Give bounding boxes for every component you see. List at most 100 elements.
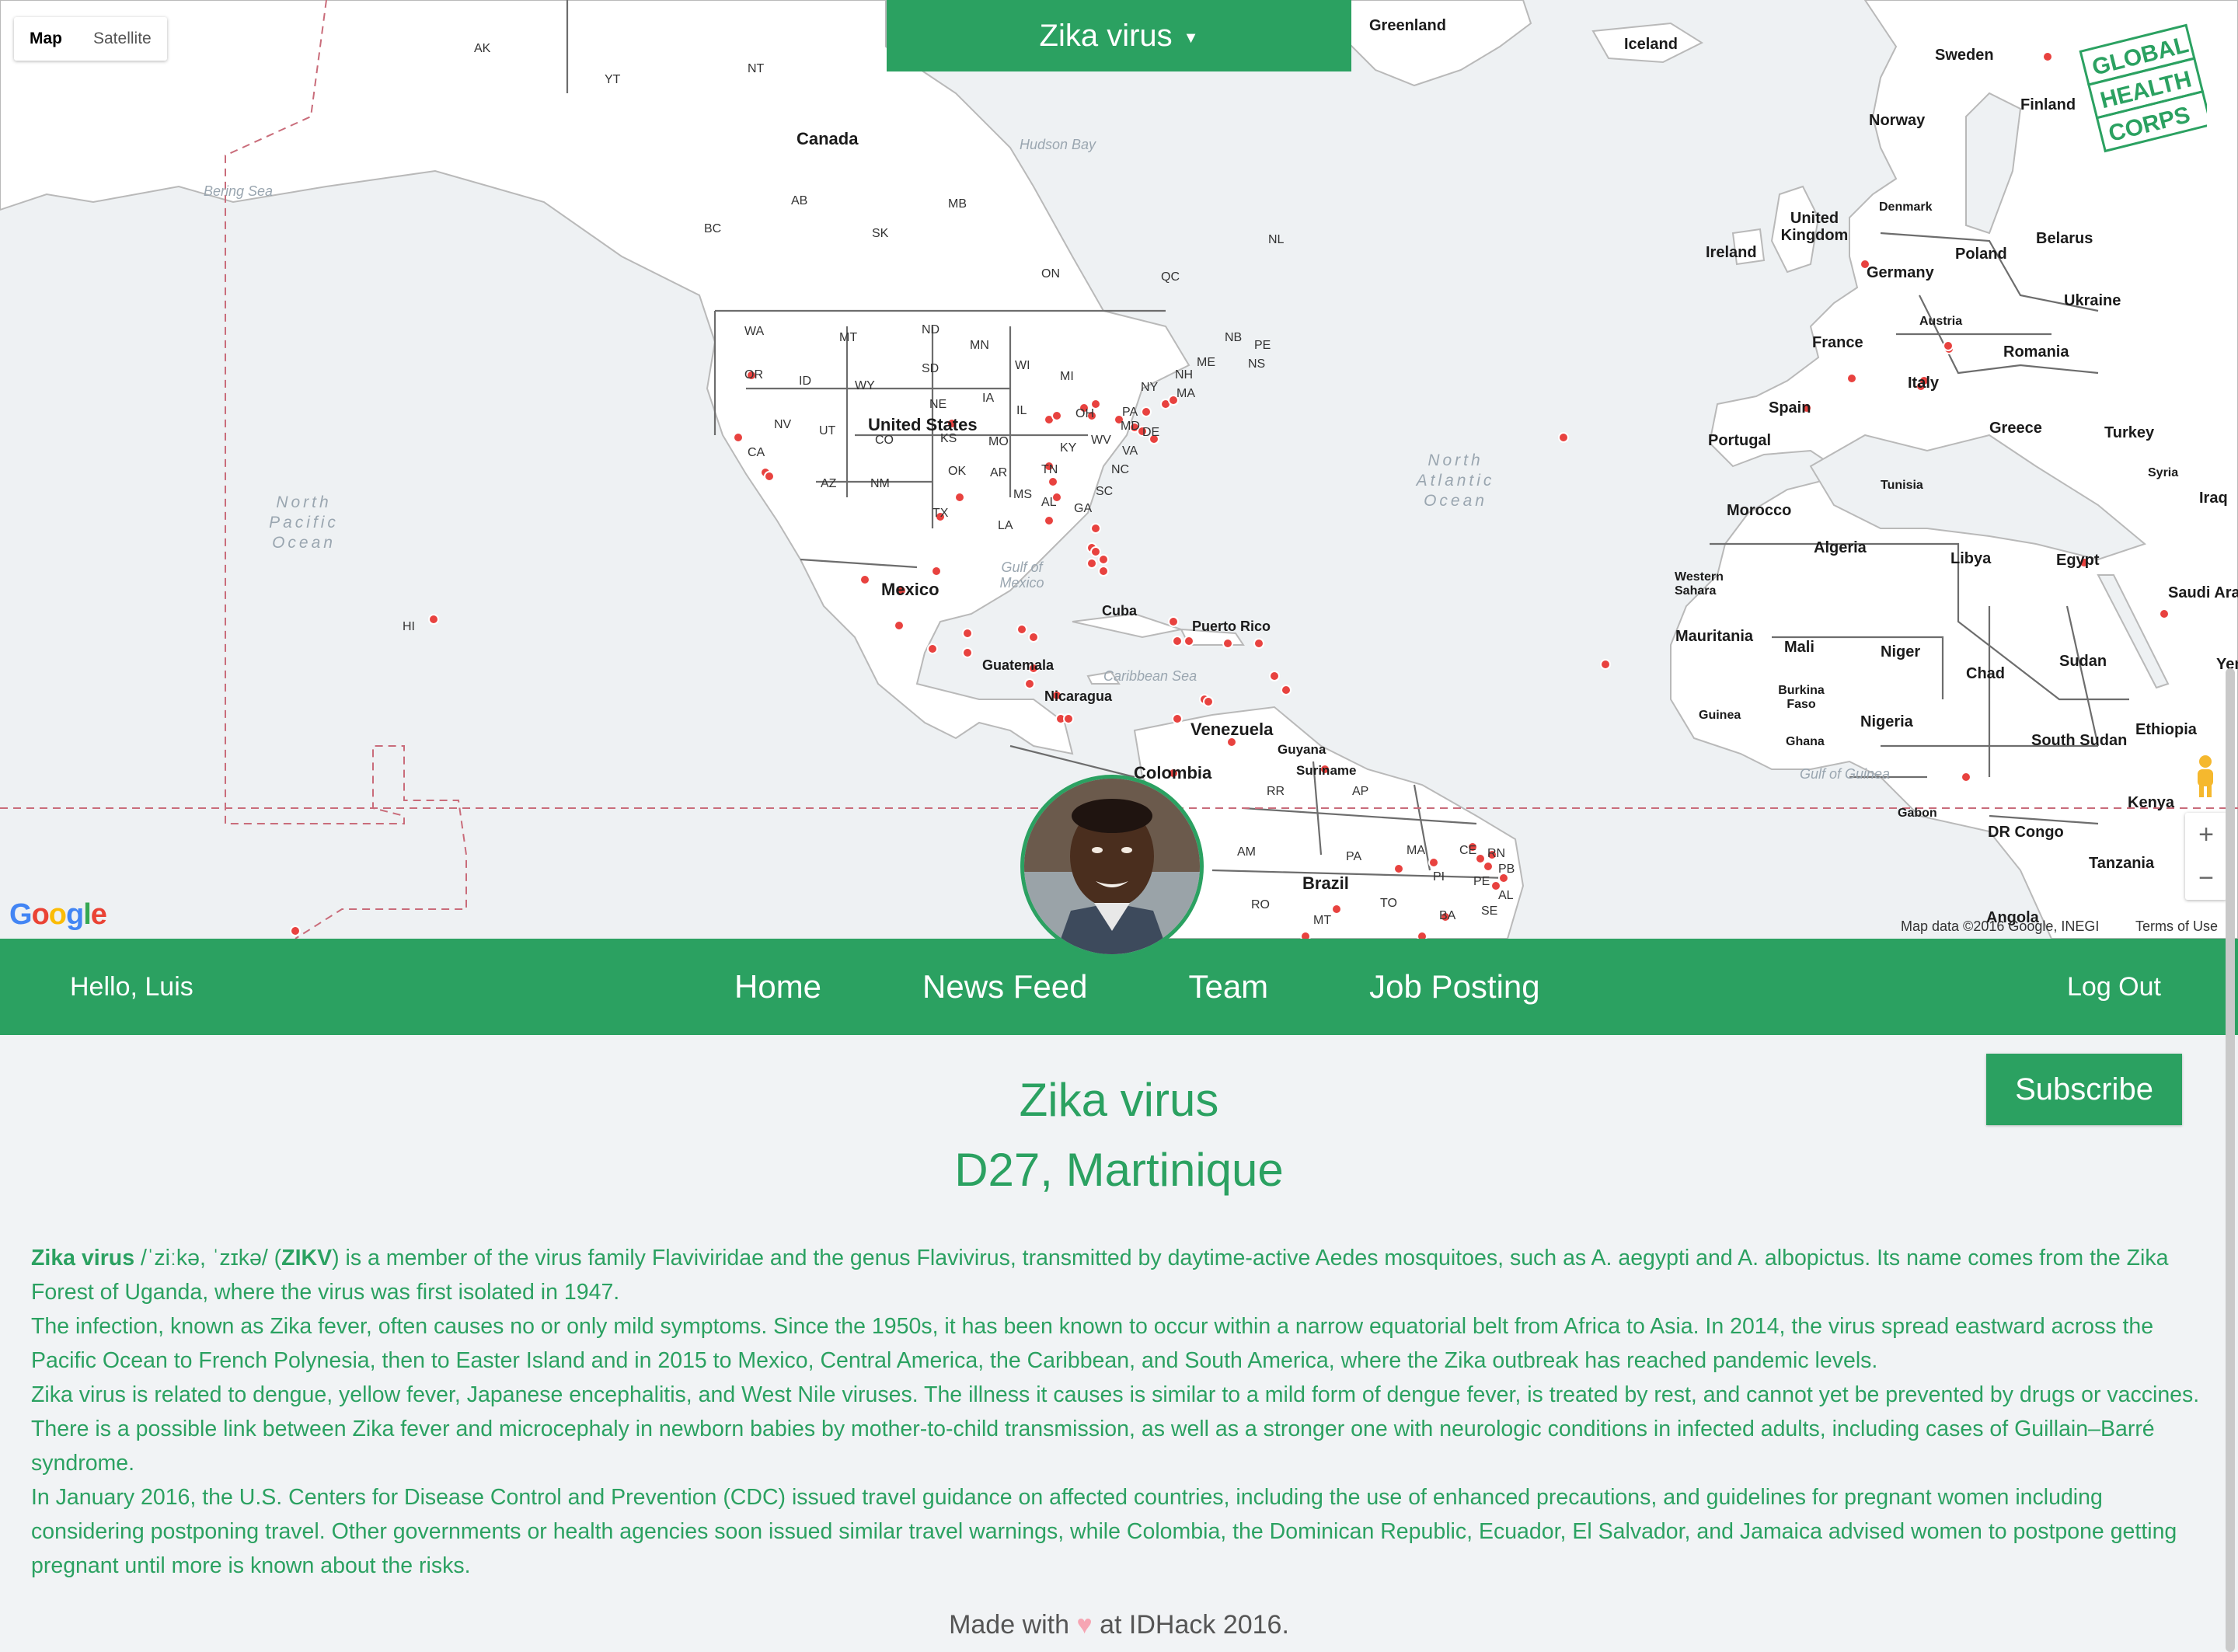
map-label-sea: Gulf of Guinea (1800, 766, 1891, 782)
map-label-region: NY (1141, 381, 1159, 394)
map-label-region: IL (1016, 404, 1027, 417)
map-label-country: Puerto Rico (1192, 619, 1271, 634)
map-label-region: NV (774, 418, 792, 431)
map-type-satellite-button[interactable]: Satellite (78, 17, 167, 61)
map-label-country: Greenland (1369, 17, 1446, 34)
page-title: Zika virus (1019, 1074, 1219, 1126)
map-label-country: United States (868, 415, 978, 434)
map-label-country: Nigeria (1860, 713, 1913, 730)
zoom-out-button[interactable]: − (2185, 856, 2227, 900)
map-label-region: MN (970, 339, 989, 352)
map-label-country: Austria (1919, 315, 1963, 328)
article-text: ) is a member of the virus family Flaviv… (31, 1246, 2169, 1305)
map-label-country: Guatemala (982, 657, 1055, 673)
map-label-country: Mauritania (1675, 628, 1754, 645)
article-bold-term: Zika virus (31, 1246, 135, 1270)
article-bold-term: ZIKV (281, 1246, 333, 1270)
heart-icon: ♥ (1076, 1610, 1093, 1640)
map-label-country: Ukraine (2064, 292, 2121, 309)
map-label-region: RR (1267, 785, 1285, 798)
footer-text-before: Made with (949, 1610, 1077, 1640)
terms-of-use-link[interactable]: Terms of Use (2135, 918, 2218, 935)
map-label-region: AB (791, 194, 808, 207)
map-label-sea: North Pacific Ocean (269, 493, 339, 552)
map-label-region: YT (605, 73, 621, 86)
map-label-country: Tanzania (2089, 855, 2155, 872)
map-label-country: Guyana (1278, 742, 1326, 757)
virus-selector-dropdown[interactable]: Zika virus ▼ (887, 0, 1351, 71)
map-label-country: Norway (1869, 112, 1926, 129)
nav-job-posting-link[interactable]: Job Posting (1369, 939, 1539, 1035)
map-label-country: Brazil (1302, 873, 1349, 893)
map-label-region: CA (748, 446, 765, 459)
map-label-region: MT (839, 331, 858, 344)
map-label-country: Nicaragua (1044, 688, 1113, 704)
article-paragraph: The infection, known as Zika fever, ofte… (31, 1314, 2154, 1373)
avatar-photo (1024, 779, 1200, 954)
map-label-region: SK (872, 227, 889, 240)
map-label-region: MT (1313, 914, 1332, 927)
map-label-country: Libya (1950, 550, 1992, 567)
logout-button[interactable]: Log Out (2067, 939, 2161, 1035)
map-label-region: CO (875, 434, 894, 447)
map-label-country: Sweden (1935, 47, 1994, 64)
map-label-country: Gabon (1898, 807, 1937, 820)
map-label-country: South Sudan (2031, 732, 2128, 749)
user-avatar[interactable] (1020, 775, 1204, 958)
map-label-region: MI (1060, 370, 1074, 383)
map-label-country: Saudi Ara (2168, 584, 2238, 601)
map-label-country: Guinea (1699, 709, 1741, 722)
map-label-country: Portugal (1708, 432, 1772, 449)
map-label-country: France (1812, 334, 1863, 351)
global-health-corps-logo[interactable]: GLOBAL HEALTH CORPS (2067, 8, 2212, 163)
map-label-region: SE (1481, 904, 1498, 918)
map-label-region: PB (1498, 863, 1515, 876)
map-type-map-button[interactable]: Map (14, 17, 78, 61)
map-label-region: PE (1473, 875, 1490, 888)
nav-home-link[interactable]: Home (734, 939, 821, 1035)
article-paragraph: Zika virus /ˈziːkə, ˈzɪkə/ (ZIKV) is a m… (31, 1241, 2207, 1309)
map-label-region: DE (1142, 426, 1160, 439)
map-label-region: OK (948, 465, 967, 478)
map-label-region: AM (1237, 845, 1256, 859)
page-scrollbar[interactable] (2226, 668, 2235, 1652)
street-view-pegman-icon[interactable] (2190, 754, 2221, 800)
map-label-country: Venezuela (1190, 720, 1274, 739)
article-text: /ˈziːkə, ˈzɪkə/ ( (134, 1246, 282, 1270)
zoom-in-button[interactable]: + (2185, 813, 2227, 856)
map-label-region: WI (1015, 359, 1030, 372)
map-label-region: NC (1111, 463, 1130, 476)
map-label-region: KY (1060, 441, 1077, 455)
map-label-country: Egypt (2056, 552, 2100, 569)
map-label-region: MO (988, 435, 1009, 448)
map-type-control: Map Satellite (14, 17, 167, 61)
map-label-region: SC (1096, 485, 1114, 498)
map-label-region: NE (929, 398, 947, 411)
map-label-region: PA (1346, 850, 1362, 863)
map-label-region: ID (799, 375, 811, 388)
map-label-sea: Gulf of Mexico (999, 559, 1044, 591)
map-label-region: MD (1121, 420, 1140, 433)
map-label-region: TX (932, 507, 949, 520)
page-location: D27, Martinique (954, 1144, 1284, 1196)
map-label-region: MA (1177, 387, 1195, 400)
map-label-country: Denmark (1879, 200, 1933, 214)
map-label-country: Poland (1955, 246, 2007, 263)
map-label-region: AP (1352, 785, 1369, 798)
map-label-country: Cuba (1102, 603, 1137, 619)
map-label-country: Italy (1908, 375, 1940, 392)
map-label-country: Greece (1989, 420, 2042, 437)
map-label-region: WV (1091, 434, 1111, 447)
map-attribution: Map data ©2016 Google, INEGI (1901, 918, 2100, 934)
nav-news-feed-link[interactable]: News Feed (922, 939, 1087, 1035)
zoom-control: + − (2185, 813, 2227, 900)
nav-team-link[interactable]: Team (1188, 939, 1268, 1035)
map-label-region: AK (474, 42, 491, 55)
map-label-country: Suriname (1296, 763, 1357, 778)
map-label-region: PA (1122, 406, 1138, 419)
google-logo[interactable]: Google (9, 898, 107, 932)
map-label-region: ME (1197, 356, 1215, 369)
map-label-country: Tunisia (1881, 479, 1923, 492)
ghc-logo-graphic: GLOBAL HEALTH CORPS (2079, 23, 2212, 153)
map-label-region: ON (1041, 267, 1060, 281)
